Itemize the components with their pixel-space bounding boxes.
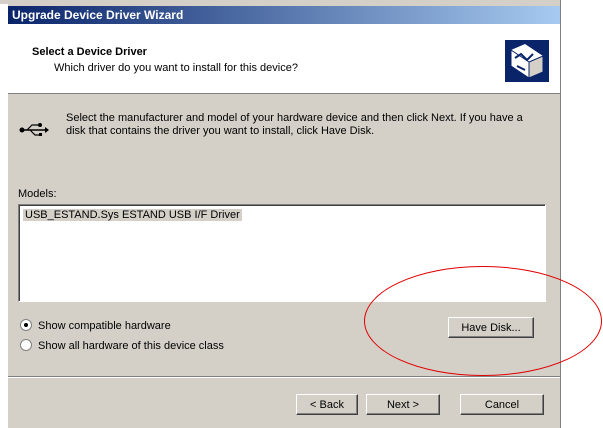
title-bar[interactable]: Upgrade Device Driver Wizard [8,6,560,24]
show-compatible-radio[interactable]: Show compatible hardware [20,319,171,332]
usb-icon [19,123,49,136]
red-annotation-ellipse [364,266,602,376]
footer-separator [8,376,560,378]
show-all-radio[interactable]: Show all hardware of this device class [20,339,224,352]
back-button[interactable]: < Back [296,394,358,415]
radio-unchecked-icon[interactable] [20,339,32,352]
window-edge [560,0,561,428]
hardware-wizard-icon [505,40,549,82]
wizard-header: Select a Device Driver Which driver do y… [8,24,560,94]
page-subtitle: Which driver do you want to install for … [54,62,298,74]
next-button[interactable]: Next > [366,394,440,415]
window-title: Upgrade Device Driver Wizard [12,8,184,22]
page-title: Select a Device Driver [32,46,147,58]
radio-checked-icon[interactable] [20,319,32,332]
model-list-item[interactable]: USB_ESTAND.Sys ESTAND USB I/F Driver [23,209,242,221]
show-all-label: Show all hardware of this device class [38,340,224,352]
instructions-text: Select the manufacturer and model of you… [66,112,523,137]
cancel-button[interactable]: Cancel [460,394,544,415]
models-label: Models: [18,188,57,200]
show-compatible-label: Show compatible hardware [38,320,171,332]
